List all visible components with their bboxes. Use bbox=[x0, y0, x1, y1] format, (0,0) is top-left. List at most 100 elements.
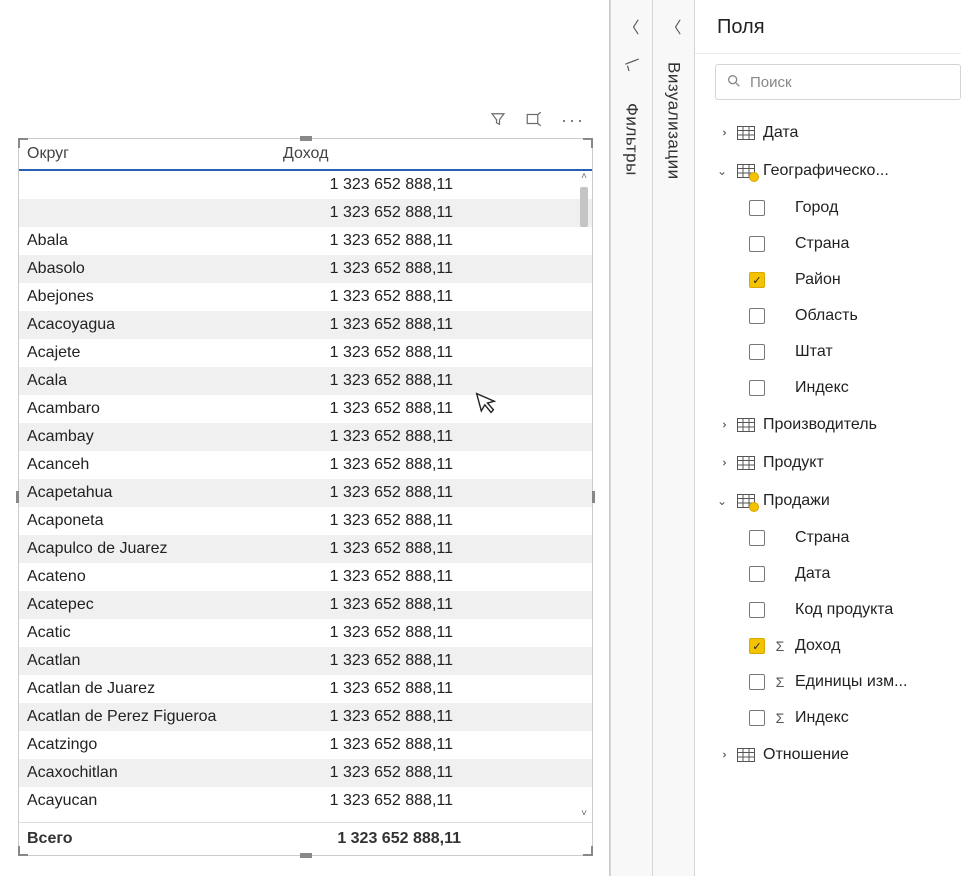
table-row[interactable]: Acambaro1 323 652 888,11 bbox=[19, 395, 592, 423]
table-row[interactable]: Acala1 323 652 888,11 bbox=[19, 367, 592, 395]
table-row[interactable]: Acambay1 323 652 888,11 bbox=[19, 423, 592, 451]
chevron-right-icon[interactable]: ⌄ bbox=[715, 418, 729, 432]
field-checkbox[interactable] bbox=[749, 380, 765, 396]
visualizations-pane-collapsed[interactable]: 〈 Визуализации bbox=[652, 0, 694, 876]
resize-handle-bl[interactable] bbox=[18, 846, 28, 856]
field-checkbox[interactable] bbox=[749, 308, 765, 324]
field-checkbox[interactable] bbox=[749, 674, 765, 690]
table-row[interactable]: Acatlan de Perez Figueroa1 323 652 888,1… bbox=[19, 703, 592, 731]
expand-visuals-icon[interactable]: 〈 bbox=[665, 14, 681, 38]
fields-field-node[interactable]: ΣШтат bbox=[695, 334, 961, 370]
table-row[interactable]: Acateno1 323 652 888,11 bbox=[19, 563, 592, 591]
fields-table-node[interactable]: ⌄ Отношение bbox=[695, 736, 961, 774]
fields-field-node[interactable]: ✓ΣДоход bbox=[695, 628, 961, 664]
fields-field-node[interactable]: ΣСтрана bbox=[695, 226, 961, 262]
fields-field-node[interactable]: ΣДата bbox=[695, 556, 961, 592]
focus-mode-icon[interactable] bbox=[525, 110, 543, 131]
fields-table-node[interactable]: ⌄Продажи bbox=[695, 482, 961, 520]
filters-pane-collapsed[interactable]: 〈 Фильтры bbox=[610, 0, 652, 876]
fields-field-node[interactable]: ΣОбласть bbox=[695, 298, 961, 334]
chevron-right-icon[interactable]: ⌄ bbox=[715, 456, 729, 470]
scroll-down-icon[interactable]: ˅ bbox=[581, 808, 587, 822]
table-row[interactable]: Acapulco de Juarez1 323 652 888,11 bbox=[19, 535, 592, 563]
scrollbar[interactable]: ˄ ˅ bbox=[578, 171, 590, 822]
field-checkbox[interactable] bbox=[749, 710, 765, 726]
fields-table-label: Географическо... bbox=[763, 162, 889, 180]
table-row[interactable]: Acayucan1 323 652 888,11 bbox=[19, 787, 592, 815]
report-canvas[interactable]: ··· Округ Доход 1 323 652 888,111 323 65… bbox=[0, 0, 610, 876]
field-checkbox[interactable] bbox=[749, 566, 765, 582]
table-row[interactable]: Acatlan1 323 652 888,11 bbox=[19, 647, 592, 675]
column-header-dohod[interactable]: Доход bbox=[283, 145, 463, 163]
field-checkbox[interactable] bbox=[749, 200, 765, 216]
table-row[interactable]: Acatepec1 323 652 888,11 bbox=[19, 591, 592, 619]
field-checkbox[interactable] bbox=[749, 530, 765, 546]
table-row[interactable]: Acaxochitlan1 323 652 888,11 bbox=[19, 759, 592, 787]
more-options-icon[interactable]: ··· bbox=[561, 110, 585, 131]
table-row[interactable]: 1 323 652 888,11 bbox=[19, 171, 592, 199]
table-row[interactable]: Acaponeta1 323 652 888,11 bbox=[19, 507, 592, 535]
fields-table-label: Отношение bbox=[763, 746, 849, 764]
field-checkbox[interactable] bbox=[749, 602, 765, 618]
fields-table-label: Продукт bbox=[763, 454, 824, 472]
field-label: Штат bbox=[795, 343, 961, 361]
table-row[interactable]: 1 323 652 888,11 bbox=[19, 199, 592, 227]
fields-table-node[interactable]: ⌄ Продукт bbox=[695, 444, 961, 482]
fields-table-node[interactable]: ⌄Производитель bbox=[695, 406, 961, 444]
filter-icon[interactable] bbox=[489, 110, 507, 131]
cell-dohod: 1 323 652 888,11 bbox=[275, 540, 453, 558]
resize-handle-br[interactable] bbox=[583, 846, 593, 856]
fields-field-node[interactable]: ΣСтрана bbox=[695, 520, 961, 556]
search-input[interactable] bbox=[750, 74, 950, 91]
table-row[interactable]: Acatlan de Juarez1 323 652 888,11 bbox=[19, 675, 592, 703]
resize-handle-bottom[interactable] bbox=[300, 853, 312, 858]
sigma-icon: Σ bbox=[773, 674, 787, 690]
fields-field-node[interactable]: ΣИндекс bbox=[695, 700, 961, 736]
cell-dohod: 1 323 652 888,11 bbox=[275, 680, 453, 698]
table-body[interactable]: 1 323 652 888,11 1 323 652 888,11 Abala1 3… bbox=[19, 171, 592, 822]
column-header-okrug[interactable]: Округ bbox=[27, 145, 283, 163]
fields-field-node[interactable]: ΣКод продукта bbox=[695, 592, 961, 628]
field-label: Область bbox=[795, 307, 961, 325]
expand-filters-icon[interactable]: 〈 bbox=[623, 14, 639, 38]
field-checkbox[interactable]: ✓ bbox=[749, 638, 765, 654]
cell-okrug: Acatlan de Juarez bbox=[19, 680, 275, 698]
field-label: Страна bbox=[795, 529, 961, 547]
scroll-up-icon[interactable]: ˄ bbox=[581, 171, 587, 185]
table-header-row: Округ Доход bbox=[19, 139, 592, 171]
cell-okrug: Acapetahua bbox=[19, 484, 275, 502]
field-checkbox[interactable] bbox=[749, 344, 765, 360]
field-label: Район bbox=[795, 271, 961, 289]
resize-handle-top[interactable] bbox=[300, 136, 312, 141]
fields-field-node[interactable]: ΣГород bbox=[695, 190, 961, 226]
cell-okrug: Acaponeta bbox=[19, 512, 275, 530]
table-row[interactable]: Acatic1 323 652 888,11 bbox=[19, 619, 592, 647]
fields-table-node[interactable]: ⌄ Географическо... bbox=[695, 152, 961, 190]
fields-list[interactable]: ⌄Дата⌄Географическо...ΣГородΣСтрана✓ΣРай… bbox=[695, 110, 961, 876]
fields-field-node[interactable]: ΣЕдиницы изм... bbox=[695, 664, 961, 700]
resize-handle-tl[interactable] bbox=[18, 138, 28, 148]
table-row[interactable]: Acacoyagua1 323 652 888,11 bbox=[19, 311, 592, 339]
cell-dohod: 1 323 652 888,11 bbox=[275, 204, 453, 222]
fields-table-label: Дата bbox=[763, 124, 798, 142]
scroll-thumb[interactable] bbox=[580, 187, 588, 227]
chevron-right-icon[interactable]: ⌄ bbox=[715, 748, 729, 762]
chevron-right-icon[interactable]: ⌄ bbox=[715, 126, 729, 140]
table-row[interactable]: Acanceh1 323 652 888,11 bbox=[19, 451, 592, 479]
table-row[interactable]: Abejones1 323 652 888,11 bbox=[19, 283, 592, 311]
table-row[interactable]: Abala1 323 652 888,11 bbox=[19, 227, 592, 255]
fields-search[interactable] bbox=[715, 64, 961, 100]
table-row[interactable]: Acapetahua1 323 652 888,11 bbox=[19, 479, 592, 507]
table-visual[interactable]: Округ Доход 1 323 652 888,111 323 652 88… bbox=[18, 138, 593, 856]
table-row[interactable]: Acajete1 323 652 888,11 bbox=[19, 339, 592, 367]
fields-field-node[interactable]: ΣИндекс bbox=[695, 370, 961, 406]
field-checkbox[interactable] bbox=[749, 236, 765, 252]
table-row[interactable]: Acatzingo1 323 652 888,11 bbox=[19, 731, 592, 759]
resize-handle-tr[interactable] bbox=[583, 138, 593, 148]
table-row[interactable]: Abasolo1 323 652 888,11 bbox=[19, 255, 592, 283]
fields-table-node[interactable]: ⌄ Дата bbox=[695, 114, 961, 152]
chevron-down-icon[interactable]: ⌄ bbox=[715, 494, 729, 508]
fields-field-node[interactable]: ✓ΣРайон bbox=[695, 262, 961, 298]
chevron-down-icon[interactable]: ⌄ bbox=[715, 164, 729, 178]
field-checkbox[interactable]: ✓ bbox=[749, 272, 765, 288]
